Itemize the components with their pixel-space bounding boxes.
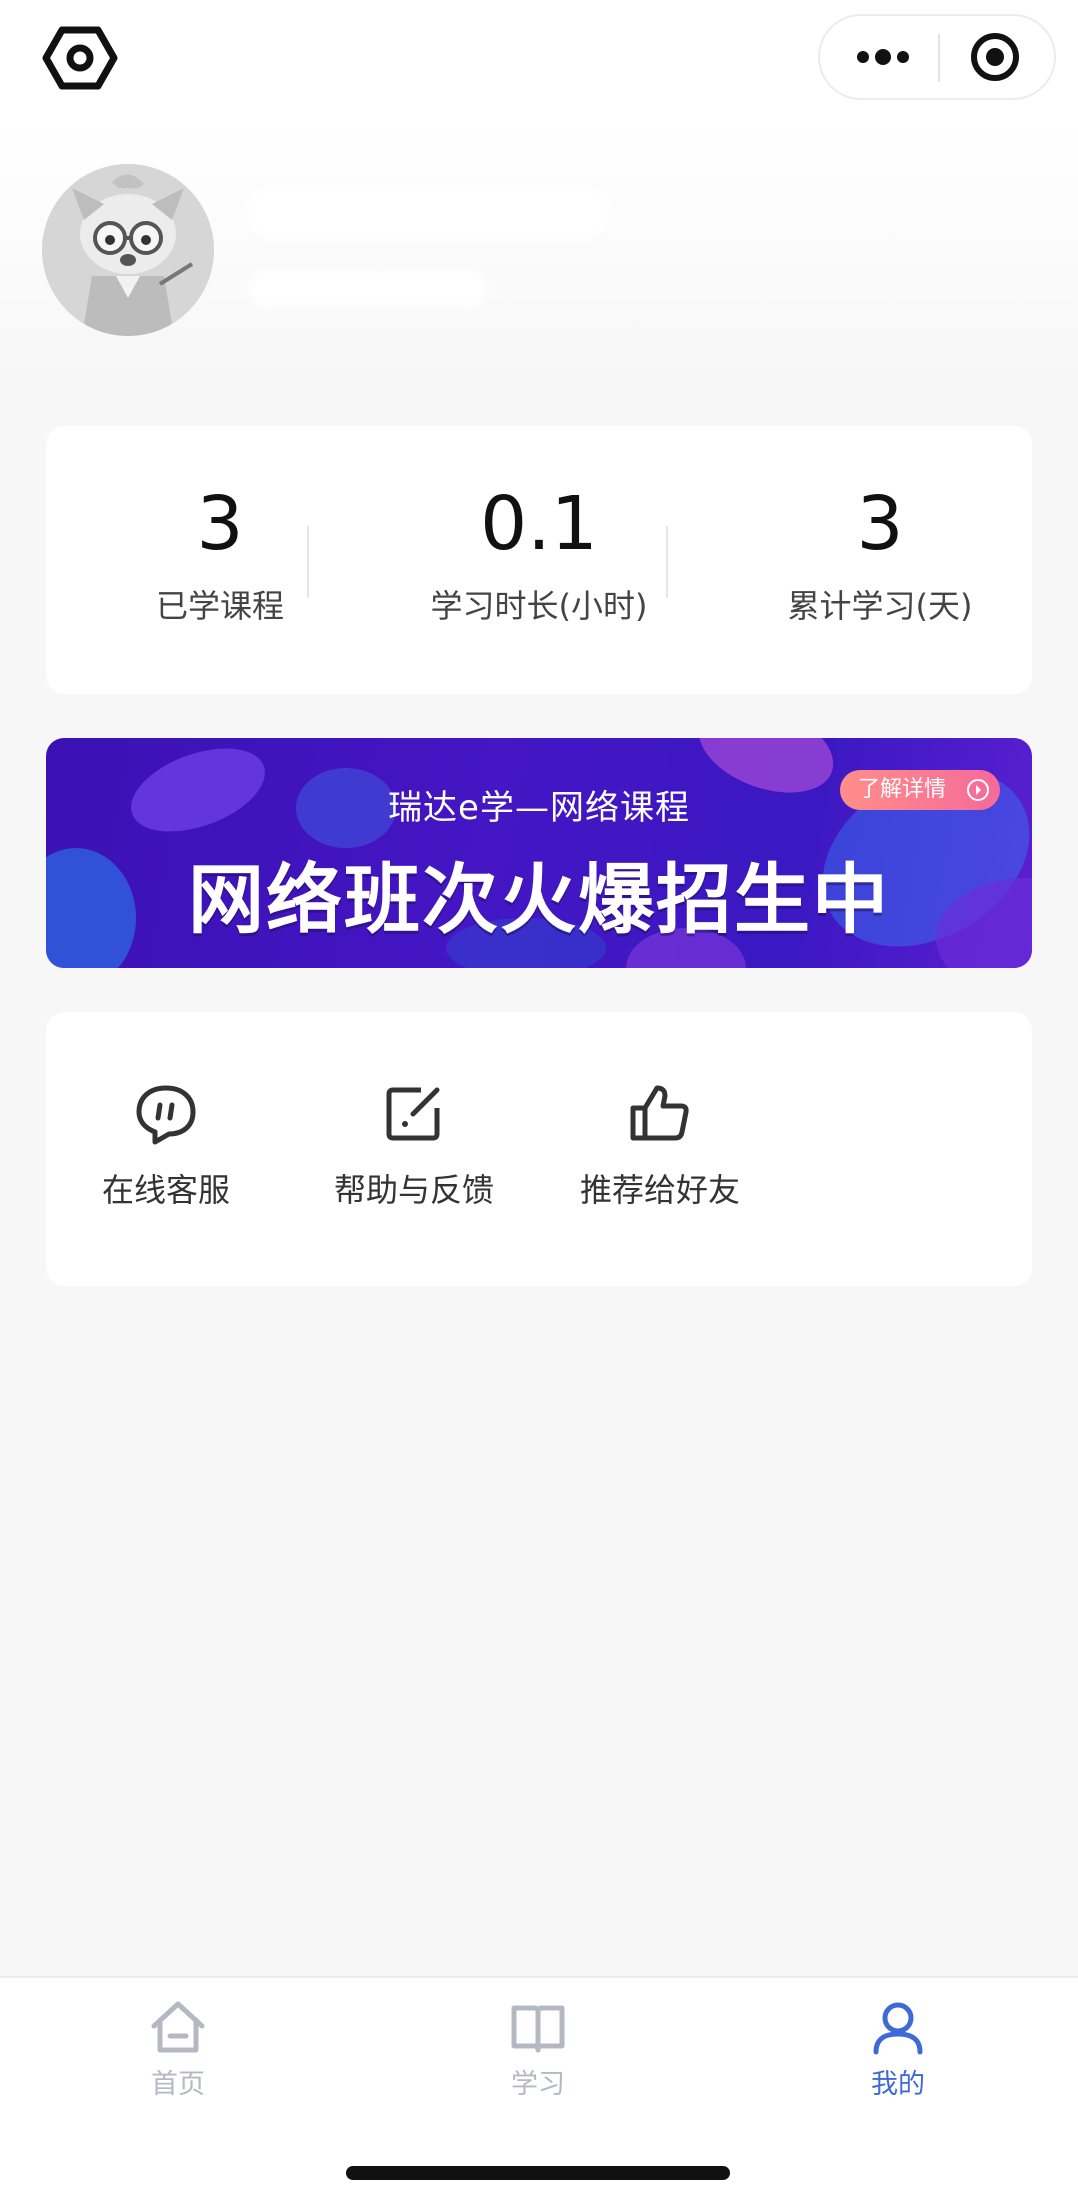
tab-label: 学习: [511, 2069, 565, 2100]
arrow-circle-icon: [967, 779, 989, 801]
user-id-redacted: [248, 272, 488, 308]
chat-bubble-icon: [136, 1085, 196, 1145]
close-target-icon[interactable]: [955, 26, 1035, 88]
online-service-button[interactable]: 在线客服: [66, 1080, 266, 1212]
avatar[interactable]: [42, 164, 214, 336]
stat-divider: [307, 526, 309, 598]
edit-feedback-icon: [386, 1087, 440, 1141]
banner-title: 网络班次火爆招生中: [188, 855, 890, 944]
settings-hexagon-icon[interactable]: [42, 26, 118, 90]
stat-value: 3: [196, 481, 244, 567]
bottom-tab-bar: 首页 学习 我的: [0, 1976, 1078, 2196]
tab-mine[interactable]: 我的: [818, 1998, 978, 2101]
recommend-friend-button[interactable]: 推荐给好友: [560, 1080, 760, 1212]
help-feedback-button[interactable]: 帮助与反馈: [314, 1080, 514, 1212]
stat-courses[interactable]: 3 已学课程: [100, 482, 340, 628]
stat-label: 累计学习(天): [787, 587, 973, 625]
tab-label: 首页: [151, 2069, 205, 2100]
stat-study-hours[interactable]: 0.1 学习时长(小时): [389, 482, 689, 628]
promo-banner[interactable]: 瑞达e学—网络课程 网络班次火爆招生中 了解详情: [46, 738, 1032, 968]
home-icon: [151, 2001, 205, 2053]
tab-study[interactable]: 学习: [458, 1998, 618, 2101]
top-navigation-bar: [0, 0, 1078, 120]
tab-label: 我的: [871, 2069, 925, 2100]
learn-more-label: 了解详情: [858, 777, 947, 802]
user-icon: [873, 2002, 923, 2055]
username-redacted: [248, 190, 608, 238]
book-icon: [511, 2005, 565, 2053]
stat-value: 3: [856, 481, 904, 567]
more-dots-icon[interactable]: [838, 26, 928, 88]
stat-label: 已学课程: [155, 587, 284, 625]
thumbs-up-icon: [630, 1085, 689, 1141]
capsule-divider: [938, 34, 940, 82]
stat-label: 学习时长(小时): [430, 587, 648, 625]
fox-teacher-avatar-icon: [42, 164, 214, 336]
tool-label: 在线客服: [101, 1171, 230, 1209]
stat-study-days[interactable]: 3 累计学习(天): [750, 482, 1010, 628]
stat-value: 0.1: [480, 481, 598, 567]
learn-more-button[interactable]: 了解详情: [840, 770, 1000, 810]
tools-card: 在线客服 帮助与反馈 推荐给好友: [46, 1012, 1032, 1286]
tab-home[interactable]: 首页: [98, 1998, 258, 2101]
miniprogram-capsule: [818, 14, 1056, 100]
home-indicator: [346, 2166, 730, 2180]
learning-stats-card: 3 已学课程 0.1 学习时长(小时) 3 累计学习(天): [46, 426, 1032, 694]
stat-divider: [666, 526, 668, 598]
tool-label: 帮助与反馈: [333, 1171, 494, 1209]
tool-label: 推荐给好友: [579, 1171, 740, 1209]
